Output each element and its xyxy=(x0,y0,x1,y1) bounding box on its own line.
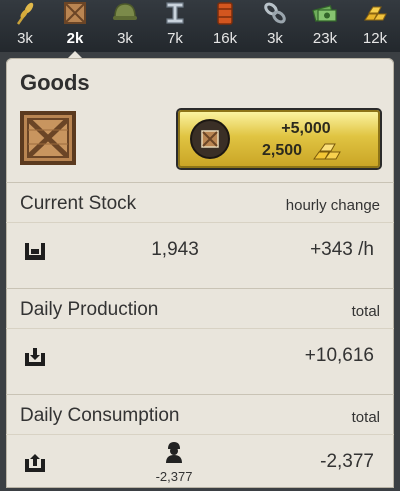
section-label: Daily Production xyxy=(20,299,159,320)
steel-beam-icon xyxy=(166,2,184,24)
goods-panel: Goods +5,000 2,500 Current Stock hourly … xyxy=(6,58,394,488)
current-stock-header: Current Stock hourly change xyxy=(6,182,394,223)
section-label: Current Stock xyxy=(20,193,137,214)
daily-production-header: Daily Production total xyxy=(6,288,394,329)
resource-bar: 3k 2k 3k 7k 16k 3k 23k 12k xyxy=(0,0,400,58)
resource-amount: 3k xyxy=(117,30,133,47)
consumption-out-icon xyxy=(25,454,45,472)
section-right-label: hourly change xyxy=(285,197,380,214)
buy-cost: 2,500 xyxy=(262,142,303,159)
warehouse-icon xyxy=(25,243,45,260)
money-icon xyxy=(312,5,337,22)
page-title: Goods xyxy=(20,70,90,95)
production-in-icon xyxy=(25,348,45,366)
section-right-label: total xyxy=(351,409,380,426)
section-right-label: total xyxy=(351,303,380,320)
resource-fuel[interactable]: 16k xyxy=(200,0,250,52)
consumption-total-value: -2,377 xyxy=(320,451,374,472)
resource-helmet[interactable]: 3k xyxy=(100,0,150,52)
buy-goods-button[interactable]: +5,000 2,500 xyxy=(178,110,380,168)
goods-crate-icon xyxy=(190,119,230,159)
resource-money[interactable]: 23k xyxy=(300,0,350,52)
production-total-value: +10,616 xyxy=(304,345,374,366)
daily-consumption-header: Daily Consumption total xyxy=(6,394,394,435)
goods-crate-icon xyxy=(20,111,76,165)
wheat-icon xyxy=(16,2,34,25)
section-label: Daily Consumption xyxy=(20,405,180,426)
buy-amount: +5,000 xyxy=(281,120,331,137)
resource-amount: 3k xyxy=(17,30,33,47)
gold-bars-icon xyxy=(313,143,341,160)
current-stock-row: 1,943 +343 /h xyxy=(6,222,394,279)
resource-amount: 12k xyxy=(362,30,388,47)
resource-steel[interactable]: 7k xyxy=(150,0,200,52)
resource-amount: 2k xyxy=(66,30,84,47)
stock-value: 1,943 xyxy=(151,239,199,260)
daily-consumption-row: -2,377 -2,377 xyxy=(6,434,394,491)
consumer-unit[interactable]: -2,377 xyxy=(146,441,202,484)
gold-bars-icon xyxy=(364,6,387,21)
resource-amount: 3k xyxy=(267,30,283,47)
fuel-barrel-icon xyxy=(217,2,233,25)
resource-amount: 16k xyxy=(212,30,238,47)
resource-gold[interactable]: 12k xyxy=(350,0,400,52)
helmet-icon xyxy=(113,3,137,20)
chain-icon xyxy=(264,2,286,24)
daily-production-row: +10,616 xyxy=(6,328,394,385)
resource-goods[interactable]: 2k xyxy=(50,0,100,58)
goods-crate-icon xyxy=(64,2,86,24)
resource-chain[interactable]: 3k xyxy=(250,0,300,52)
resource-wheat[interactable]: 3k xyxy=(0,0,50,52)
consumer-value: -2,377 xyxy=(155,469,193,484)
resource-amount: 23k xyxy=(312,30,338,47)
hourly-change-value: +343 /h xyxy=(310,239,374,260)
resource-amount: 7k xyxy=(167,30,183,47)
soldier-icon xyxy=(166,442,182,463)
